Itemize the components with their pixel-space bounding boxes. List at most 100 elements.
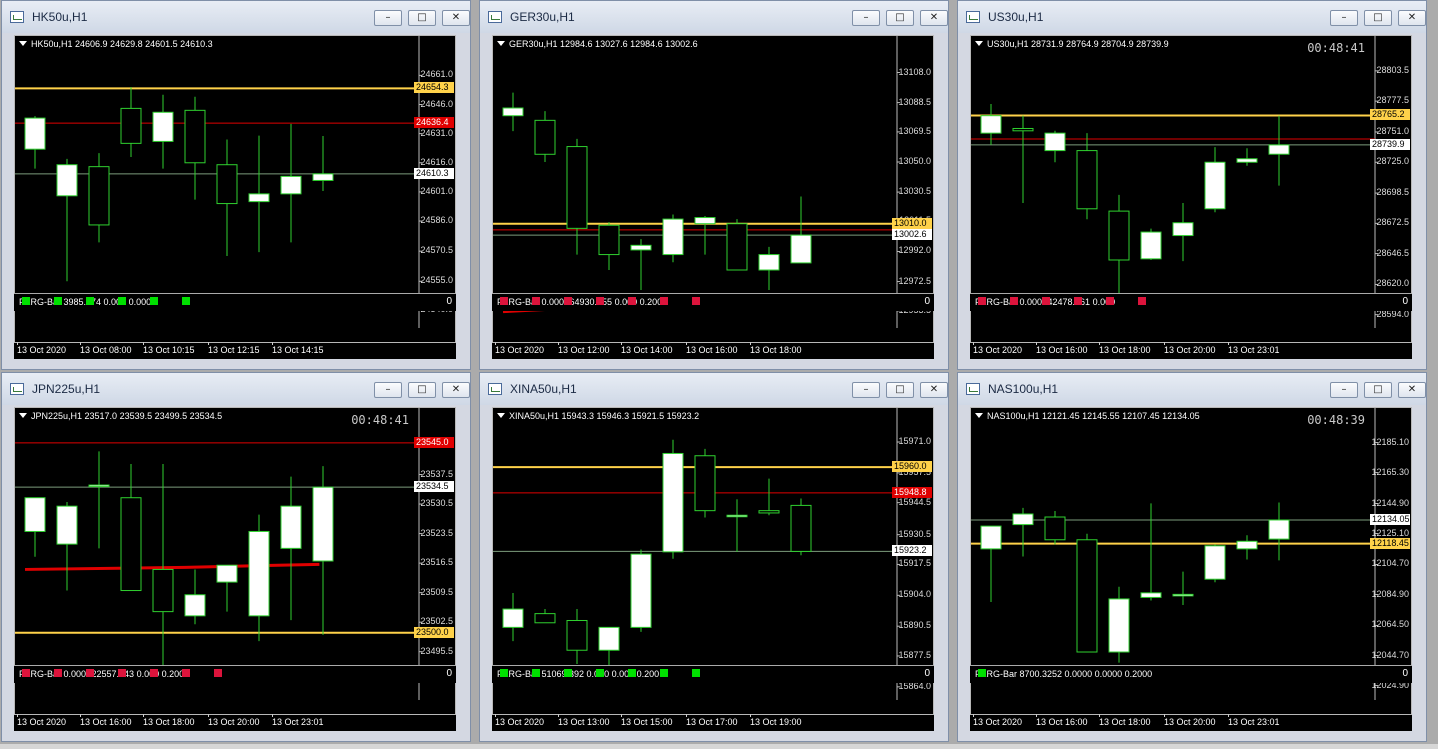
candlestick-chart (15, 408, 422, 700)
candle-body (24, 117, 46, 150)
indicator-subwindow[interactable]: FXRG-Bar 0.000 -42478.461 0.000 0 (970, 293, 1412, 311)
candle-body (1012, 127, 1034, 132)
dropdown-triangle-icon[interactable] (19, 413, 27, 418)
close-button[interactable]: ✕ (920, 382, 948, 398)
bar-countdown: 00:48:39 (1307, 413, 1365, 427)
price-tick-label: 15930.5 (898, 528, 931, 539)
price-tick-label: 13030.5 (898, 186, 931, 197)
minimize-button[interactable]: – (1330, 382, 1358, 398)
time-tick-label: 13 Oct 20:00 (1164, 714, 1216, 727)
ohlc-text: US30u,H1 28731.9 28764.9 28704.9 28739.9 (987, 39, 1169, 49)
candle-body (726, 223, 748, 271)
price-level-label: 24654.3 (414, 82, 454, 94)
price-tick-label: 24570.5 (420, 245, 453, 256)
chart-window[interactable]: GER30u,H1 – □ ✕ 13108.0 13088.5 13069.5 13050.0… (479, 0, 949, 370)
time-tick-label: 13 Oct 14:15 (272, 342, 324, 355)
price-tick-label: 24646.0 (420, 98, 453, 109)
price-tick-label: 28777.5 (1376, 95, 1409, 106)
dropdown-triangle-icon[interactable] (497, 413, 505, 418)
candle-body (1236, 540, 1258, 550)
candle-body (1268, 144, 1290, 155)
candle-body (566, 619, 588, 651)
time-tick-label: 13 Oct 2020 (495, 714, 545, 727)
price-level-label: 24610.3 (414, 167, 454, 179)
indicator-zero-label: 0 (924, 668, 930, 679)
window-title: US30u,H1 (988, 10, 1044, 24)
close-button[interactable]: ✕ (442, 10, 470, 26)
maximize-button[interactable]: □ (408, 382, 436, 398)
price-tick-label: 23516.5 (420, 557, 453, 568)
chart-window-icon (488, 11, 502, 23)
indicator-label: FXRG-Bar 8700.3252 0.0000 0.0000 0.2000 (975, 669, 1153, 679)
indicator-mark (150, 669, 158, 677)
maximize-button[interactable]: □ (1364, 10, 1392, 26)
bar-countdown: 00:48:41 (1307, 41, 1365, 55)
candle-body (1172, 593, 1194, 597)
dropdown-triangle-icon[interactable] (497, 41, 505, 46)
window-titlebar[interactable]: XINA50u,H1 – □ ✕ (480, 373, 948, 405)
maximize-button[interactable]: □ (408, 10, 436, 26)
indicator-subwindow[interactable]: FXRG-Bar 51069.392 0.000 0.000 0.200 0 (492, 665, 934, 683)
time-axis: 13 Oct 2020 13 Oct 12:00 13 Oct 14:00 13 Oc… (492, 342, 934, 359)
indicator-subwindow[interactable]: FXRG-Bar 3985.974 0.000 0.000 0 (14, 293, 456, 311)
minimize-button[interactable]: – (1330, 10, 1358, 26)
window-titlebar[interactable]: JPN225u,H1 – □ ✕ (2, 373, 470, 405)
minimize-button[interactable]: – (852, 10, 880, 26)
chart-window[interactable]: HK50u,H1– □ ✕ 24661.0 24646.0 24631.0 24616.0 2… (1, 0, 471, 370)
chart-info: JPN225u,H1 23517.0 23539.5 23499.5 23534… (19, 411, 222, 421)
candle-body (534, 613, 556, 624)
chart-window[interactable]: XINA50u,H1–□✕15971.015957.515944.515930.… (479, 372, 949, 742)
indicator-zero-label: 0 (446, 668, 452, 679)
candle-body (1140, 592, 1162, 598)
close-button[interactable]: ✕ (1398, 382, 1426, 398)
dropdown-triangle-icon[interactable] (975, 41, 983, 46)
price-level-label: 28765.2 (1370, 109, 1410, 121)
dropdown-triangle-icon[interactable] (19, 41, 27, 46)
close-button[interactable]: ✕ (1398, 10, 1426, 26)
minimize-button[interactable]: – (374, 10, 402, 26)
time-axis: 13 Oct 2020 13 Oct 16:00 13 Oct 18:00 13 Oc… (970, 714, 1412, 731)
maximize-button[interactable]: □ (886, 10, 914, 26)
time-tick-label: 13 Oct 18:00 (143, 714, 195, 727)
price-tick-label: 12125.10 (1371, 527, 1409, 538)
ohlc-text: HK50u,H1 24606.9 24629.8 24601.5 24610.3 (31, 39, 213, 49)
chart-window[interactable]: NAS100u,H1 – □ ✕ 12185.10 12165.30 12144.90 121… (957, 372, 1427, 742)
indicator-mark (500, 669, 508, 677)
chart-window[interactable]: US30u,H1 – □ ✕ 28803.5 28777.5 28751.0 28725.0 2… (957, 0, 1427, 370)
indicator-mark (22, 297, 30, 305)
chart-window[interactable]: JPN225u,H1–□✕23544.523537.523530.523523.… (1, 372, 471, 742)
candle-body (1012, 513, 1034, 526)
indicator-mark (1074, 297, 1082, 305)
price-tick-label: 12104.70 (1371, 558, 1409, 569)
window-titlebar[interactable]: GER30u,H1 – □ ✕ (480, 1, 948, 33)
window-titlebar[interactable]: NAS100u,H1 – □ ✕ (958, 373, 1426, 405)
minimize-button[interactable]: – (852, 382, 880, 398)
candle-body (280, 175, 302, 195)
indicator-subwindow[interactable]: FXRG-Bar 8700.3252 0.0000 0.0000 0.2000 0 (970, 665, 1412, 683)
price-tick-label: 24555.0 (420, 275, 453, 286)
window-titlebar[interactable]: HK50u,H1 – □ ✕ (2, 1, 470, 33)
time-tick-label: 13 Oct 20:00 (1164, 342, 1216, 355)
close-button[interactable]: ✕ (920, 10, 948, 26)
close-button[interactable]: ✕ (442, 382, 470, 398)
price-tick-label: 12185.10 (1371, 436, 1409, 447)
chart-info: XINA50u,H1 15943.3 15946.3 15921.5 15923… (497, 411, 699, 421)
dropdown-triangle-icon[interactable] (975, 413, 983, 418)
price-level-label: 15948.8 (892, 486, 932, 498)
indicator-subwindow[interactable]: FXRG-Bar 0.000 -22557.943 0.000 0.200 0 (14, 665, 456, 683)
candle-body (1140, 231, 1162, 260)
candle-body (694, 455, 716, 512)
bar-countdown: 00:48:41 (351, 413, 409, 427)
price-tick-label: 12992.0 (898, 245, 931, 256)
maximize-button[interactable]: □ (1364, 382, 1392, 398)
price-tick-label: 15971.0 (898, 436, 931, 447)
indicator-mark (628, 669, 636, 677)
window-titlebar[interactable]: US30u,H1 – □ ✕ (958, 1, 1426, 33)
maximize-button[interactable]: □ (886, 382, 914, 398)
time-tick-label: 13 Oct 18:00 (1099, 342, 1151, 355)
price-tick-label: 13050.0 (898, 156, 931, 166)
indicator-subwindow[interactable]: FXRG-Bar 0.000 -64930.155 0.000 0.200 0 (492, 293, 934, 311)
minimize-button[interactable]: – (374, 382, 402, 398)
candle-body (980, 525, 1002, 550)
time-tick-label: 13 Oct 2020 (973, 714, 1023, 727)
